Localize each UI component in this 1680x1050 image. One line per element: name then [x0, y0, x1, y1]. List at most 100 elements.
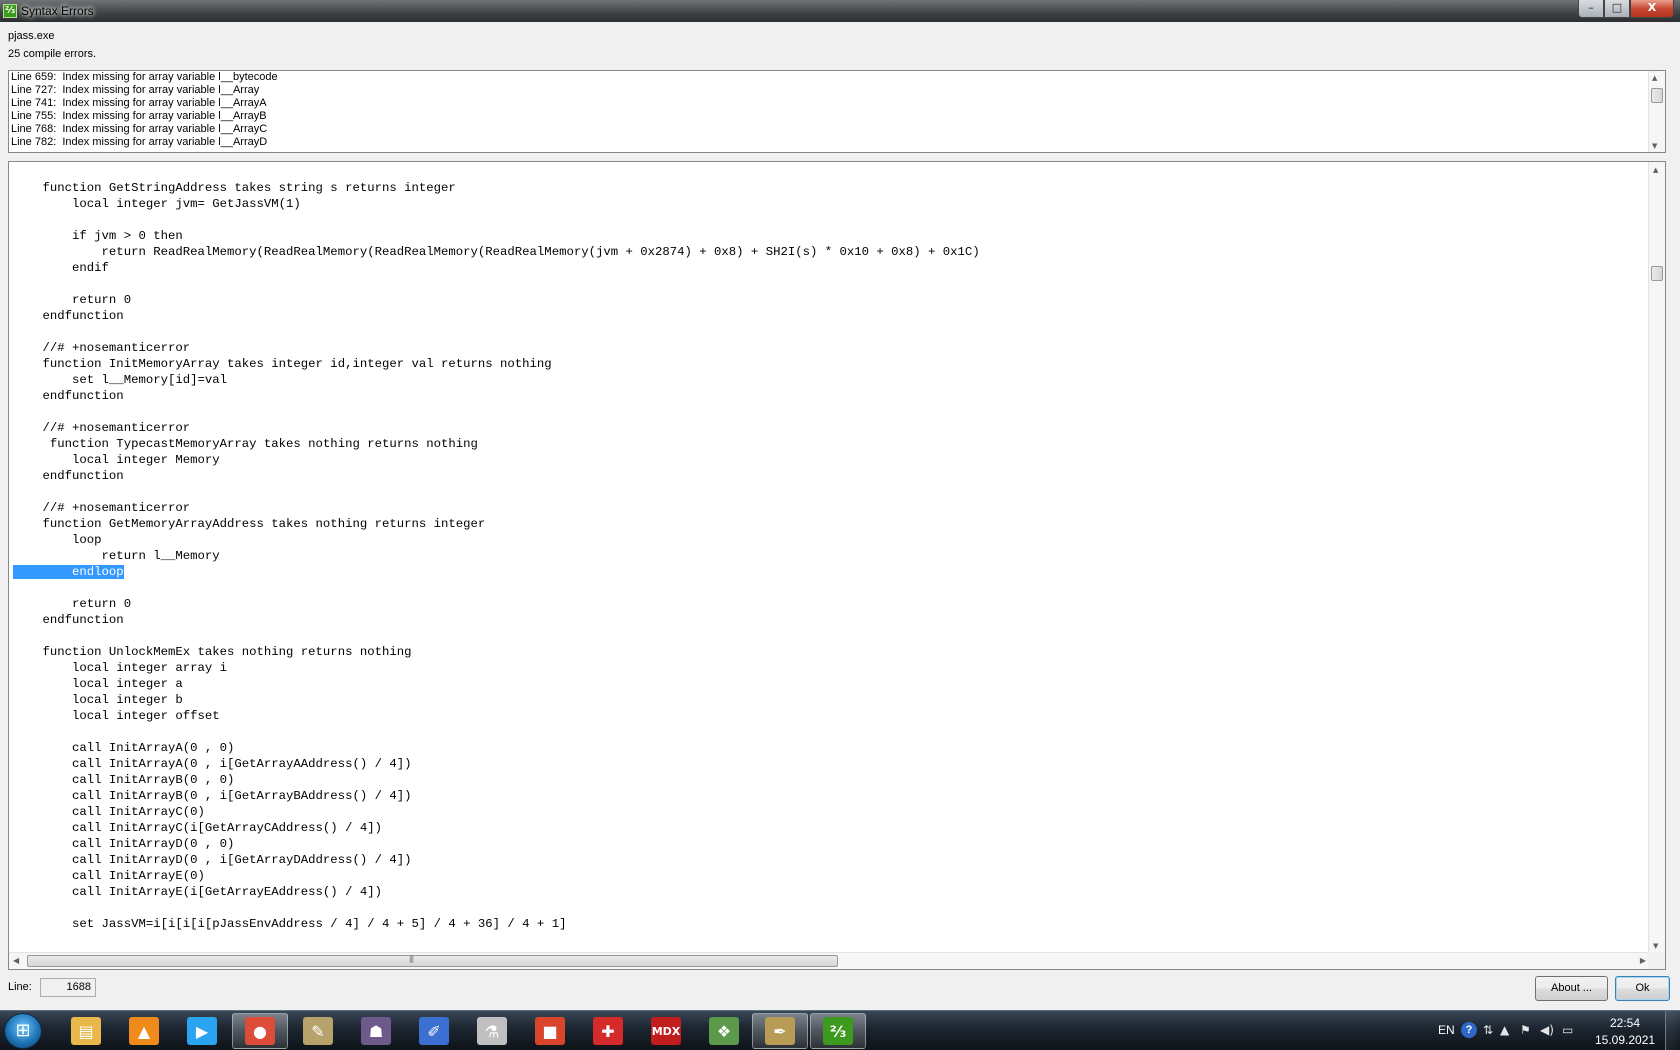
code-line[interactable]: call InitArrayA(0 , 0): [13, 740, 980, 756]
code-line[interactable]: call InitArrayE(0): [13, 868, 980, 884]
error-list-item[interactable]: Line 768: Index missing for array variab…: [9, 123, 1665, 136]
code-line[interactable]: return l__Memory: [13, 548, 980, 564]
code-line[interactable]: call InitArrayB(0 , 0): [13, 772, 980, 788]
code-line[interactable]: call InitArrayC(0): [13, 804, 980, 820]
code-line[interactable]: set l__Memory[id]=val: [13, 372, 980, 388]
tray-expand-icon[interactable]: ▲: [1500, 1023, 1509, 1037]
code-line[interactable]: call InitArrayB(0 , i[GetArrayBAddress()…: [13, 788, 980, 804]
code-line[interactable]: function TypecastMemoryArray takes nothi…: [13, 436, 980, 452]
taskbar-button[interactable]: ❖: [696, 1013, 752, 1049]
code-line[interactable]: local integer array i: [13, 660, 980, 676]
error-list-item[interactable]: Line 727: Index missing for array variab…: [9, 84, 1665, 97]
error-list-item[interactable]: Line 741: Index missing for array variab…: [9, 97, 1665, 110]
selected-code-text[interactable]: endloop: [13, 565, 124, 579]
maximize-button[interactable]: □: [1604, 0, 1630, 18]
code-line[interactable]: function GetMemoryArrayAddress takes not…: [13, 516, 980, 532]
taskbar-button[interactable]: ▲: [116, 1013, 172, 1049]
code-line[interactable]: //# +nosemanticerror: [13, 420, 980, 436]
code-line[interactable]: local integer a: [13, 676, 980, 692]
code-line[interactable]: [13, 212, 980, 228]
code-line[interactable]: return ReadRealMemory(ReadRealMemory(Rea…: [13, 244, 980, 260]
error-list[interactable]: Line 659: Index missing for array variab…: [8, 70, 1666, 153]
minimize-button[interactable]: –: [1578, 0, 1604, 18]
show-desktop-button[interactable]: [1665, 1011, 1680, 1050]
scroll-right-arrow-icon[interactable]: ▶: [1640, 956, 1646, 965]
code-line[interactable]: //# +nosemanticerror: [13, 500, 980, 516]
close-button[interactable]: X: [1630, 0, 1674, 18]
code-line[interactable]: [13, 628, 980, 644]
title-bar[interactable]: ⅔ Syntax Errors – □ X: [0, 0, 1680, 22]
scroll-down-arrow-icon[interactable]: ▼: [1653, 942, 1658, 950]
code-line[interactable]: [13, 324, 980, 340]
scrollbar-thumb[interactable]: [1651, 88, 1663, 103]
taskbar-button[interactable]: ✒: [752, 1013, 808, 1049]
code-line[interactable]: endfunction: [13, 308, 980, 324]
taskbar-button[interactable]: ✚: [580, 1013, 636, 1049]
volume-icon[interactable]: ◀): [1540, 1023, 1554, 1037]
error-list-scrollbar[interactable]: ▲ ▼: [1648, 71, 1665, 152]
code-line[interactable]: [13, 484, 980, 500]
code-line[interactable]: [13, 580, 980, 596]
taskbar-button[interactable]: ☗: [348, 1013, 404, 1049]
scrollbar-thumb[interactable]: [1651, 266, 1663, 281]
code-line[interactable]: return 0: [13, 292, 980, 308]
scroll-left-arrow-icon[interactable]: ◀: [13, 956, 19, 965]
code-line[interactable]: call InitArrayA(0 , i[GetArrayAAddress()…: [13, 756, 980, 772]
code-line[interactable]: [13, 724, 980, 740]
help-icon[interactable]: ?: [1461, 1022, 1477, 1038]
taskbar-button[interactable]: ⅔: [810, 1013, 866, 1049]
code-line[interactable]: local integer Memory: [13, 452, 980, 468]
taskbar-button[interactable]: ▤: [58, 1013, 114, 1049]
code-line[interactable]: endloop: [13, 564, 980, 580]
taskbar-button[interactable]: ⚗: [464, 1013, 520, 1049]
scroll-down-arrow-icon[interactable]: ▼: [1652, 142, 1657, 150]
action-center-flag-icon[interactable]: ⚑: [1520, 1023, 1531, 1037]
code-line[interactable]: call InitArrayD(0 , i[GetArrayDAddress()…: [13, 852, 980, 868]
code-line[interactable]: function GetStringAddress takes string s…: [13, 180, 980, 196]
code-line[interactable]: endif: [13, 260, 980, 276]
about-button[interactable]: About ...: [1535, 976, 1608, 1001]
taskbar-button[interactable]: ▶: [174, 1013, 230, 1049]
code-vertical-scrollbar[interactable]: ▲ ▼: [1648, 162, 1665, 953]
code-line[interactable]: call InitArrayE(i[GetArrayEAddress() / 4…: [13, 884, 980, 900]
start-button[interactable]: ⊞: [4, 1013, 42, 1049]
code-line[interactable]: loop: [13, 532, 980, 548]
clock-time[interactable]: 22:54: [1595, 1016, 1655, 1030]
taskbar-button[interactable]: ✎: [290, 1013, 346, 1049]
code-line[interactable]: local integer jvm= GetJassVM(1): [13, 196, 980, 212]
error-list-item[interactable]: Line 659: Index missing for array variab…: [9, 71, 1665, 84]
taskbar-button[interactable]: MDX: [638, 1013, 694, 1049]
clock-date[interactable]: 15.09.2021: [1595, 1033, 1655, 1047]
code-line[interactable]: endfunction: [13, 612, 980, 628]
ok-button[interactable]: Ok: [1615, 976, 1670, 1001]
code-line[interactable]: function UnlockMemEx takes nothing retur…: [13, 644, 980, 660]
code-line[interactable]: function InitMemoryArray takes integer i…: [13, 356, 980, 372]
network-status-icon[interactable]: ⇅: [1483, 1023, 1493, 1037]
code-line[interactable]: [13, 276, 980, 292]
line-number-field[interactable]: 1688: [40, 978, 96, 997]
error-list-item[interactable]: Line 755: Index missing for array variab…: [9, 110, 1665, 123]
code-line[interactable]: call InitArrayC(i[GetArrayCAddress() / 4…: [13, 820, 980, 836]
scrollbar-thumb[interactable]: [27, 955, 838, 967]
code-horizontal-scrollbar[interactable]: ◀ ||| ▶: [9, 952, 1650, 969]
code-line[interactable]: set JassVM=i[i[i[i[pJassEnvAddress / 4] …: [13, 916, 980, 932]
language-indicator[interactable]: EN: [1438, 1023, 1455, 1037]
taskbar-button[interactable]: ✐: [406, 1013, 462, 1049]
code-line[interactable]: endfunction: [13, 468, 980, 484]
code-line[interactable]: endfunction: [13, 388, 980, 404]
code-line[interactable]: if jvm > 0 then: [13, 228, 980, 244]
code-line[interactable]: local integer offset: [13, 708, 980, 724]
code-line[interactable]: //# +nosemanticerror: [13, 340, 980, 356]
display-icon[interactable]: ▭: [1562, 1023, 1573, 1037]
taskbar-button[interactable]: ■: [522, 1013, 578, 1049]
scroll-up-arrow-icon[interactable]: ▲: [1652, 74, 1657, 82]
code-view[interactable]: function GetStringAddress takes string s…: [8, 161, 1666, 970]
code-line[interactable]: return 0: [13, 596, 980, 612]
code-line[interactable]: [13, 404, 980, 420]
code-line[interactable]: [13, 900, 980, 916]
scroll-up-arrow-icon[interactable]: ▲: [1653, 166, 1658, 174]
code-line[interactable]: local integer b: [13, 692, 980, 708]
taskbar-button[interactable]: ●: [232, 1013, 288, 1049]
error-list-item[interactable]: Line 782: Index missing for array variab…: [9, 136, 1665, 149]
code-line[interactable]: call InitArrayD(0 , 0): [13, 836, 980, 852]
